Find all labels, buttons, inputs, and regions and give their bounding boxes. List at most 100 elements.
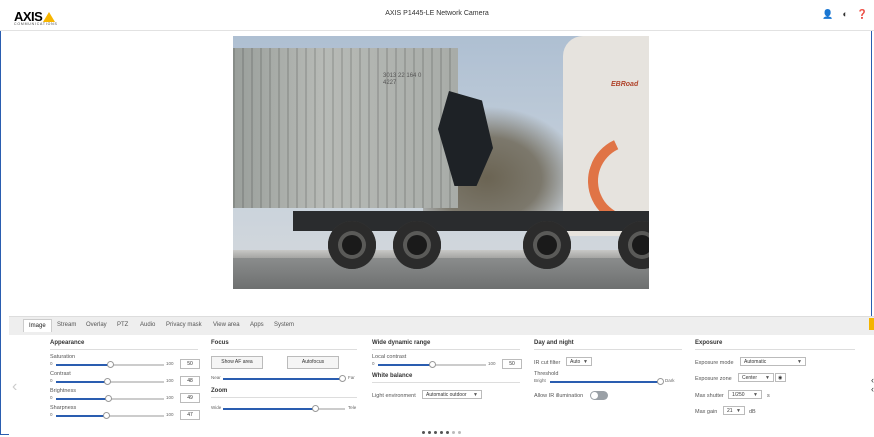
wdr-section: Wide dynamic range Local contrast 0 100 … (372, 340, 522, 410)
eye-icon[interactable]: ◉ (775, 373, 786, 382)
contrast-icon[interactable]: ◐ (842, 9, 847, 20)
slider-fill (223, 378, 343, 380)
slider-fill (56, 398, 109, 400)
slider-knob[interactable] (312, 405, 320, 412)
slider-max: 100 (166, 395, 174, 400)
chevron-down-icon: ▼ (797, 359, 802, 365)
max-shutter-label: Max shutter (695, 393, 724, 399)
local-contrast-value-input[interactable]: 50 (502, 359, 522, 369)
threshold-dark-label: Dark (665, 378, 675, 383)
slider-knob[interactable] (656, 378, 664, 385)
slider-fill (56, 381, 108, 383)
chevron-down-icon: ▼ (583, 359, 588, 365)
slider-knob[interactable] (104, 378, 112, 385)
tab-view-area[interactable]: View area (213, 322, 240, 328)
tab-system[interactable]: System (274, 322, 294, 328)
autofocus-button[interactable]: Autofocus (287, 356, 339, 369)
saturation-slider[interactable]: 0 100 50 (50, 359, 200, 369)
page-dot[interactable] (458, 431, 461, 434)
allow-ir-toggle[interactable] (590, 391, 608, 400)
exposure-mode-label: Exposure mode (695, 360, 734, 366)
video-shipping-container: 3013 22 164 0 4227 (233, 48, 458, 208)
slider-knob[interactable] (428, 361, 436, 368)
focus-heading: Focus (211, 340, 357, 350)
pagination-dots[interactable] (422, 431, 461, 434)
slider-knob[interactable] (106, 361, 114, 368)
slider-min: 0 (50, 395, 53, 400)
slider-knob[interactable] (339, 375, 347, 382)
live-video-view[interactable]: 3013 22 164 0 4227 EBRoad (233, 36, 649, 289)
slider-fill (223, 408, 316, 410)
logo-subtitle: COMMUNICATIONS (14, 22, 58, 26)
exposure-zone-select[interactable]: Center ▼ (738, 373, 774, 382)
tab-apps[interactable]: Apps (250, 322, 264, 328)
tab-audio[interactable]: Audio (140, 322, 155, 328)
page-dot[interactable] (446, 431, 449, 434)
max-gain-unit: dB (749, 409, 756, 415)
page-dot[interactable] (422, 431, 425, 434)
local-contrast-slider[interactable]: 0 100 50 (372, 359, 522, 369)
tab-overlay[interactable]: Overlay (86, 322, 107, 328)
saturation-value-input[interactable]: 50 (180, 359, 200, 369)
slider-fill (56, 364, 110, 366)
sharpness-slider[interactable]: 0 100 47 (50, 410, 200, 420)
slider-fill (378, 364, 432, 366)
focus-section: Focus Show AF area Autofocus Near Far Zo… (211, 340, 357, 435)
light-environment-value: Automatic outdoor (426, 392, 467, 398)
zoom-wide-label: Wide (211, 405, 222, 410)
video-wheel (328, 221, 376, 269)
page-dot[interactable] (452, 431, 455, 434)
white-balance-heading: White balance (372, 373, 520, 383)
exposure-mode-value: Automatic (744, 359, 767, 365)
exposure-mode-select[interactable]: Automatic ▼ (740, 357, 806, 366)
brightness-value-input[interactable]: 49 (180, 393, 200, 403)
tab-stream[interactable]: Stream (57, 322, 76, 328)
slider-knob[interactable] (103, 412, 111, 419)
page-dot[interactable] (428, 431, 431, 434)
threshold-slider[interactable]: Bright Dark (534, 377, 682, 386)
page-dot[interactable] (440, 431, 443, 434)
sharpness-value-input[interactable]: 47 (180, 410, 200, 420)
help-icon[interactable]: ❓ (857, 9, 868, 20)
day-night-heading: Day and night (534, 340, 682, 350)
brightness-slider[interactable]: 0 100 49 (50, 393, 200, 403)
max-gain-value: 21 (727, 408, 733, 414)
zoom-tele-label: Tele (348, 405, 357, 410)
chevron-left-icon[interactable]: ‹ (12, 378, 17, 396)
slider-max: 100 (166, 412, 174, 417)
page-title: AXIS P1445-LE Network Camera (385, 10, 489, 17)
show-af-area-button[interactable]: Show AF area (211, 356, 263, 369)
threshold-bright-label: Bright (534, 378, 546, 383)
slider-fill (56, 415, 107, 417)
max-gain-label: Max gain (695, 409, 718, 415)
max-gain-select[interactable]: 21 ▼ (723, 406, 745, 415)
contrast-value-input[interactable]: 48 (180, 376, 200, 386)
tab-ptz[interactable]: PTZ (117, 322, 128, 328)
video-road (233, 258, 649, 289)
focus-near-label: Near (211, 375, 221, 380)
appearance-section: Appearance Saturation 0 100 50 Contrast … (50, 340, 200, 420)
max-shutter-unit: s (767, 393, 770, 399)
focus-slider[interactable]: Near Far (211, 374, 357, 383)
tab-image[interactable]: Image (23, 319, 52, 332)
slider-knob[interactable] (105, 395, 113, 402)
max-shutter-select[interactable]: 1/250 ▼ (728, 390, 762, 399)
exposure-section: Exposure Exposure mode Automatic ▼ Exposu… (695, 340, 855, 430)
focus-far-label: Far (348, 375, 355, 380)
exposure-heading: Exposure (695, 340, 855, 350)
chevron-down-icon: ▼ (473, 392, 478, 398)
light-environment-select[interactable]: Automatic outdoor ▼ (422, 390, 482, 399)
chevron-down-icon: ▼ (765, 375, 770, 381)
user-icon[interactable]: 👤 (822, 9, 833, 20)
contrast-slider[interactable]: 0 100 48 (50, 376, 200, 386)
slider-min: 0 (50, 361, 53, 366)
exposure-zone-value: Center (742, 375, 758, 381)
ir-cut-filter-select[interactable]: Auto ▼ (566, 357, 592, 366)
slider-min: 0 (50, 412, 53, 417)
video-wheel (523, 221, 571, 269)
page-dot[interactable] (434, 431, 437, 434)
appearance-heading: Appearance (50, 340, 198, 350)
zoom-slider[interactable]: Wide Tele (211, 404, 357, 413)
panel-collapse-tab[interactable] (869, 318, 874, 330)
tab-privacy-mask[interactable]: Privacy mask (166, 322, 202, 328)
